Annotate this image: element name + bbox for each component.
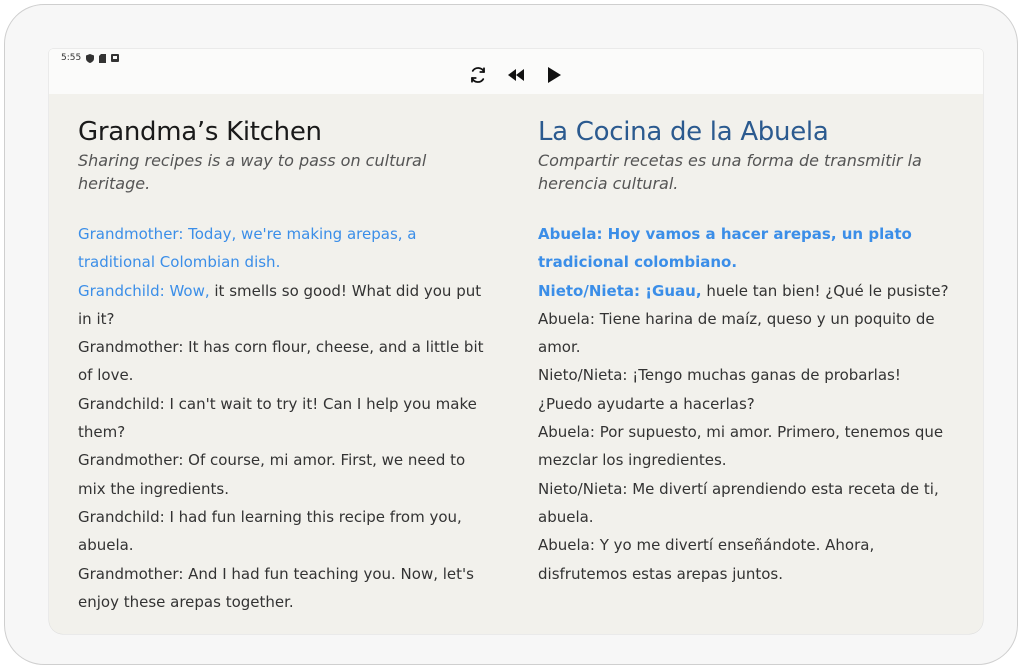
refresh-icon[interactable] xyxy=(468,65,488,85)
dialogue-line: Grandmother: Today, we're making arepas,… xyxy=(78,220,493,277)
line-text: Grandmother: Of course, mi amor. First, … xyxy=(78,451,466,498)
playback-controls xyxy=(49,65,983,85)
line-text: Grandmother: It has corn flour, cheese, … xyxy=(78,338,484,385)
top-bar: 5:55 xyxy=(49,49,983,94)
line-text: Grandmother: And I had fun teaching you.… xyxy=(78,564,474,611)
dialogue-line: Nieto/Nieta: Me divertí aprendiendo esta… xyxy=(538,475,953,532)
dialogue-line: Grandmother: Of course, mi amor. First, … xyxy=(78,446,493,503)
english-dialogue: Grandmother: Today, we're making arepas,… xyxy=(78,220,493,616)
dialogue-line: Grandchild: I can't wait to try it! Can … xyxy=(78,390,493,447)
line-text: Abuela: Por supuesto, mi amor. Primero, … xyxy=(538,423,944,470)
highlighted-text: Abuela: Hoy vamos a hacer arepas, un pla… xyxy=(538,225,912,272)
dialogue-line: Abuela: Hoy vamos a hacer arepas, un pla… xyxy=(538,220,953,277)
sim-card-icon xyxy=(99,53,107,63)
spanish-dialogue: Abuela: Hoy vamos a hacer arepas, un pla… xyxy=(538,220,953,588)
notification-icon xyxy=(111,54,120,62)
line-text: Grandchild: I can't wait to try it! Can … xyxy=(78,394,477,442)
app-screen: 5:55 Grandma’s Kitchen Sharing recipes i… xyxy=(49,49,983,634)
dialogue-line: Abuela: Y yo me divertí enseñándote. Aho… xyxy=(538,531,953,588)
play-icon[interactable] xyxy=(544,65,564,85)
line-text: Grandchild: I had fun learning this reci… xyxy=(78,507,462,555)
rewind-icon[interactable] xyxy=(506,65,526,85)
highlighted-text: Grandmother: Today, we're making arepas,… xyxy=(78,225,417,272)
highlighted-text: Nieto/Nieta: ¡Guau, xyxy=(538,281,702,300)
dialogue-line: Grandchild: I had fun learning this reci… xyxy=(78,503,493,560)
english-title: Grandma’s Kitchen xyxy=(78,117,322,147)
spanish-subtitle: Compartir recetas es una forma de transm… xyxy=(538,151,922,193)
highlighted-text: Grandchild: Wow, xyxy=(78,281,210,300)
dialogue-line: Nieto/Nieta: ¡Guau, huele tan bien! ¿Qué… xyxy=(538,277,953,305)
dialogue-line: Nieto/Nieta: ¡Tengo muchas ganas de prob… xyxy=(538,361,953,418)
line-text: Abuela: Y yo me divertí enseñándote. Aho… xyxy=(538,536,875,583)
line-text: Nieto/Nieta: ¡Tengo muchas ganas de prob… xyxy=(538,366,901,413)
dialogue-line: Grandmother: And I had fun teaching you.… xyxy=(78,560,493,617)
tablet-frame: 5:55 Grandma’s Kitchen Sharing recipes i… xyxy=(4,4,1018,665)
line-text: huele tan bien! ¿Qué le pusiste? xyxy=(701,281,949,300)
dialogue-line: Abuela: Por supuesto, mi amor. Primero, … xyxy=(538,418,953,475)
spanish-title: La Cocina de la Abuela xyxy=(538,117,829,147)
line-text: Abuela: Tiene harina de maíz, queso y un… xyxy=(538,309,935,357)
status-time: 5:55 xyxy=(61,53,82,63)
dialogue-line: Grandmother: It has corn flour, cheese, … xyxy=(78,333,493,390)
status-bar: 5:55 xyxy=(61,52,120,64)
english-column: Grandma’s Kitchen Sharing recipes is a w… xyxy=(78,117,493,616)
line-text: Nieto/Nieta: Me divertí aprendiendo esta… xyxy=(538,479,939,526)
shield-icon xyxy=(86,53,95,63)
english-subtitle: Sharing recipes is a way to pass on cult… xyxy=(78,151,427,193)
dialogue-line: Grandchild: Wow, it smells so good! What… xyxy=(78,277,493,334)
dialogue-line: Abuela: Tiene harina de maíz, queso y un… xyxy=(538,305,953,362)
spanish-column: La Cocina de la Abuela Compartir recetas… xyxy=(538,117,953,588)
